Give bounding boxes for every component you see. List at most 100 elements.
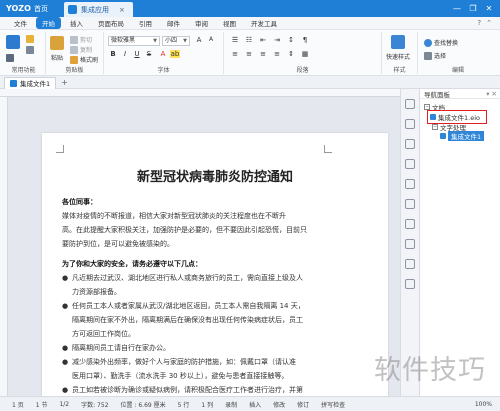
nav-header-label: 导航面板 bbox=[424, 90, 450, 99]
save-button[interactable] bbox=[6, 35, 20, 50]
close-window-icon[interactable]: ✕ bbox=[484, 4, 494, 13]
grow-font-icon[interactable]: A bbox=[194, 36, 204, 44]
zoom-level[interactable]: 100% bbox=[475, 401, 492, 408]
strikethrough-icon[interactable]: S bbox=[144, 50, 154, 58]
paste-button[interactable]: 粘贴 bbox=[50, 36, 64, 62]
sort-icon[interactable]: ↕ bbox=[286, 36, 296, 44]
print-button[interactable] bbox=[26, 46, 34, 54]
section1-heading: 各位同事： bbox=[62, 198, 97, 206]
menu-references[interactable]: 引用 bbox=[133, 17, 158, 29]
section2-heading: 为了你和大家的安全，请务必遵守以下几点： bbox=[62, 260, 202, 268]
increase-indent-icon[interactable]: ⇥ bbox=[272, 36, 282, 44]
list-item-line: 隔离期间员工请自行在家办公。 bbox=[72, 344, 170, 352]
status-modify[interactable]: 修改 bbox=[273, 400, 285, 409]
collapse-icon[interactable]: − bbox=[424, 104, 430, 110]
tree-item-integrated-file-label: 集成文件1.eio bbox=[438, 114, 480, 122]
menu-developer[interactable]: 开发工具 bbox=[245, 17, 283, 29]
close-tab-icon[interactable]: × bbox=[119, 6, 125, 14]
minimize-icon[interactable]: — bbox=[452, 4, 462, 13]
menu-mail[interactable]: 邮件 bbox=[161, 17, 186, 29]
bullet-marker: ● bbox=[62, 274, 69, 282]
margin-mark bbox=[56, 145, 64, 153]
font-name-select[interactable]: 微软雅黑 ▼ bbox=[108, 36, 160, 46]
home-tab[interactable]: 首页 bbox=[34, 4, 64, 14]
menu-insert[interactable]: 插入 bbox=[64, 17, 89, 29]
highlight-icon[interactable]: ab bbox=[170, 50, 180, 58]
menu-review[interactable]: 审阅 bbox=[189, 17, 214, 29]
brush-icon bbox=[70, 55, 78, 64]
close-pane-icon[interactable]: ▾ ✕ bbox=[486, 90, 500, 98]
status-word-count[interactable]: 字数: 752 bbox=[81, 400, 108, 409]
group-clipboard-label: 剪贴板 bbox=[65, 67, 84, 74]
mail-icon[interactable] bbox=[405, 239, 415, 249]
tree-item-document[interactable]: 集成文件1 bbox=[440, 131, 485, 141]
document-tab[interactable]: 集成文件1 bbox=[4, 76, 57, 89]
list-item: ● 任何员工本人或者家属从武汉/湖北地区返回，员工本人需自我隔离 14 天， 隔离… bbox=[62, 299, 314, 341]
maximize-icon[interactable]: ❐ bbox=[468, 4, 478, 13]
watermark-logo: 软件技巧 bbox=[374, 355, 486, 386]
comment-icon[interactable] bbox=[405, 179, 415, 189]
line-spacing-icon[interactable]: ⇕ bbox=[286, 50, 296, 58]
link-icon[interactable] bbox=[405, 259, 415, 269]
menu-file[interactable]: 文件 bbox=[8, 17, 33, 29]
clipboard-icon[interactable] bbox=[405, 219, 415, 229]
underline-icon[interactable]: U bbox=[132, 50, 142, 58]
group-common-label: 常用功能 bbox=[11, 67, 36, 74]
bullet-list-icon[interactable]: ☰ bbox=[230, 36, 240, 44]
pen-icon[interactable] bbox=[405, 99, 415, 109]
group-style: 快速样式 样式 bbox=[382, 32, 418, 74]
status-row: 5 行 bbox=[177, 401, 190, 409]
document-tab-strip: 集成文件1 + bbox=[0, 76, 500, 89]
vertical-ruler[interactable] bbox=[0, 97, 8, 396]
bullet-marker: ● bbox=[62, 358, 69, 366]
chevron-down-icon: ▼ bbox=[153, 38, 157, 44]
horizontal-ruler[interactable] bbox=[0, 89, 400, 97]
menu-view[interactable]: 视图 bbox=[217, 17, 242, 29]
list-item: ● 凡近期去过武汉、湖北地区进行私人或商务旅行的员工，需向直接上级及人 力资源部报… bbox=[62, 271, 314, 299]
align-right-icon[interactable]: ≡ bbox=[258, 50, 268, 58]
document-page[interactable]: 新型冠状病毒肺炎防控通知 各位同事： 媒体对疫情的不断报道，相信大家对新型冠状肺… bbox=[42, 133, 388, 396]
bullet-marker: ● bbox=[62, 386, 69, 394]
help-icon[interactable] bbox=[405, 279, 415, 289]
new-tab-icon[interactable]: + bbox=[61, 78, 68, 87]
numbered-list-icon[interactable]: ☷ bbox=[244, 36, 254, 44]
list-item: ● 隔离期间员工请自行在家办公。 bbox=[62, 341, 314, 355]
quick-style-button[interactable]: 快速样式 bbox=[386, 35, 410, 61]
list-icon[interactable] bbox=[405, 139, 415, 149]
list-item: ● 减少感染外出频率，做好个人与家庭的防护措施，如：佩戴口罩（请认准 医用口罩）、… bbox=[62, 355, 314, 383]
status-page: 1 页 bbox=[12, 401, 24, 409]
copy-button[interactable]: 复制 bbox=[70, 45, 92, 54]
font-color-icon[interactable]: A bbox=[158, 50, 168, 58]
window-controls: — ❐ ✕ bbox=[452, 4, 500, 13]
status-insert[interactable]: 插入 bbox=[249, 400, 261, 409]
collapse-icon[interactable]: − bbox=[432, 124, 438, 130]
menu-home[interactable]: 开始 bbox=[36, 17, 61, 29]
align-center-icon[interactable]: ≡ bbox=[244, 50, 254, 58]
status-track[interactable]: 修订 bbox=[297, 400, 309, 409]
bold-icon[interactable]: B bbox=[108, 50, 118, 58]
bookmark-icon[interactable] bbox=[405, 199, 415, 209]
shading-icon[interactable]: ▦ bbox=[300, 50, 310, 58]
collapse-ribbon-icon[interactable]: ⌃ bbox=[486, 19, 492, 27]
status-spellcheck[interactable]: 拼写检查 bbox=[321, 400, 345, 409]
shrink-font-icon[interactable]: A bbox=[206, 36, 216, 43]
status-record[interactable]: 录制 bbox=[225, 400, 237, 409]
undo-button[interactable] bbox=[6, 54, 14, 62]
format-painter-button[interactable]: 格式刷 bbox=[70, 55, 98, 64]
show-marks-icon[interactable]: ¶ bbox=[300, 36, 310, 44]
align-left-icon[interactable]: ≡ bbox=[230, 50, 240, 58]
menu-layout[interactable]: 页面布局 bbox=[92, 17, 130, 29]
find-replace-button[interactable]: 查找替换 bbox=[424, 38, 458, 47]
open-button[interactable] bbox=[26, 35, 34, 43]
decrease-indent-icon[interactable]: ⇤ bbox=[258, 36, 268, 44]
select-button[interactable]: 选择 bbox=[424, 51, 446, 60]
cut-button[interactable]: 剪切 bbox=[70, 35, 92, 44]
help-icon[interactable]: ? bbox=[477, 19, 481, 27]
italic-icon[interactable]: I bbox=[120, 50, 130, 58]
outline-icon[interactable] bbox=[405, 119, 415, 129]
justify-icon[interactable]: ≡ bbox=[272, 50, 282, 58]
font-size-select[interactable]: 小四 ▼ bbox=[162, 36, 190, 46]
table-icon[interactable] bbox=[405, 159, 415, 169]
menu-bar: 文件 开始 插入 页面布局 引用 邮件 审阅 视图 开发工具 ? ⌃ bbox=[0, 17, 500, 30]
app-doc-tab[interactable]: 集成应用 × bbox=[64, 2, 133, 17]
